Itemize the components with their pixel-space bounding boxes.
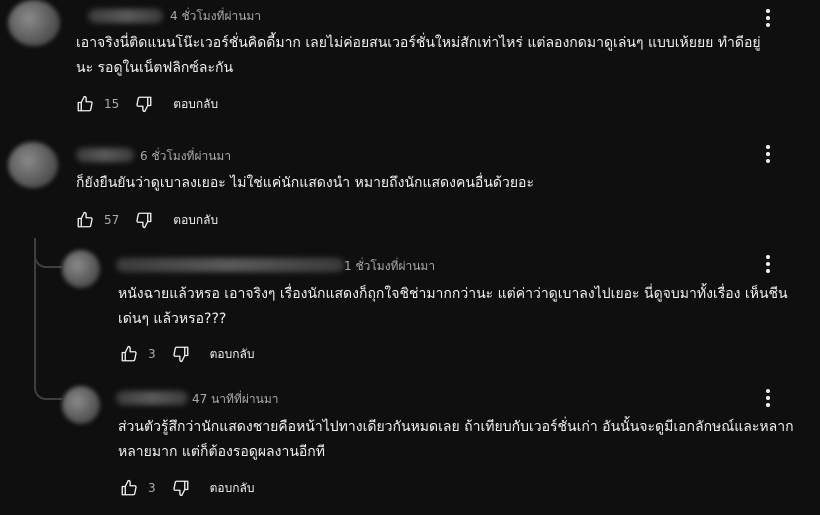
- thumb-up-icon[interactable]: [74, 93, 96, 115]
- comment-time[interactable]: 4 ชั่วโมงที่ผ่านมา: [170, 7, 261, 26]
- avatar[interactable]: [62, 386, 100, 424]
- author-name-redacted[interactable]: [88, 9, 163, 23]
- comment-actions: 57 ตอบกลับ: [74, 208, 218, 232]
- comment-text: ก็ยังยืนยันว่าดูเบาลงเยอะ ไม่ใช่แค่นักแส…: [76, 175, 534, 191]
- reply-button[interactable]: ตอบกลับ: [173, 211, 218, 230]
- thumb-up-icon[interactable]: [118, 343, 140, 365]
- more-vert-icon[interactable]: [758, 252, 778, 276]
- author-name-redacted[interactable]: [116, 391, 188, 405]
- comment-text: หนังฉายแล้วหรอ เอาจริงๆ เรื่องนักแสดงก็ถ…: [118, 286, 788, 327]
- comment-text: ส่วนตัวรู้สึกว่านักแสดงชายคือหน้าไปทางเด…: [118, 419, 794, 460]
- reply-button[interactable]: ตอบกลับ: [173, 95, 218, 114]
- like-count: 3: [148, 481, 156, 495]
- thumb-up-icon[interactable]: [74, 209, 96, 231]
- comment-time[interactable]: 1 ชั่วโมงที่ผ่านมา: [344, 257, 435, 276]
- thumb-down-icon[interactable]: [170, 343, 192, 365]
- reply-connector: [34, 250, 62, 268]
- thumb-down-icon[interactable]: [133, 209, 155, 231]
- comment-time[interactable]: 6 ชั่วโมงที่ผ่านมา: [140, 147, 231, 166]
- reply-button[interactable]: ตอบกลับ: [210, 479, 255, 498]
- comment-time[interactable]: 47 นาทีที่ผ่านมา: [192, 390, 278, 409]
- comment-actions: 3 ตอบกลับ: [118, 342, 255, 366]
- thumb-down-icon[interactable]: [133, 93, 155, 115]
- reply-button[interactable]: ตอบกลับ: [210, 345, 255, 364]
- like-count: 15: [104, 97, 120, 111]
- like-count: 57: [104, 213, 120, 227]
- more-vert-icon[interactable]: [758, 142, 778, 166]
- author-name-redacted[interactable]: [76, 148, 134, 162]
- more-vert-icon[interactable]: [758, 386, 778, 410]
- reply-connector: [34, 382, 62, 400]
- avatar[interactable]: [8, 142, 58, 188]
- thumb-up-icon[interactable]: [118, 477, 140, 499]
- more-vert-icon[interactable]: [758, 6, 778, 30]
- avatar[interactable]: [8, 0, 60, 46]
- comment-actions: 3 ตอบกลับ: [118, 476, 255, 500]
- like-count: 3: [148, 347, 156, 361]
- avatar[interactable]: [62, 250, 100, 288]
- comment-actions: 15 ตอบกลับ: [74, 92, 218, 116]
- author-name-redacted[interactable]: [116, 258, 344, 272]
- thumb-down-icon[interactable]: [170, 477, 192, 499]
- comment-text: เอาจริงนี่ติดแนนโน๊ะเวอร์ชั่นคิดดี้มาก เ…: [76, 35, 761, 76]
